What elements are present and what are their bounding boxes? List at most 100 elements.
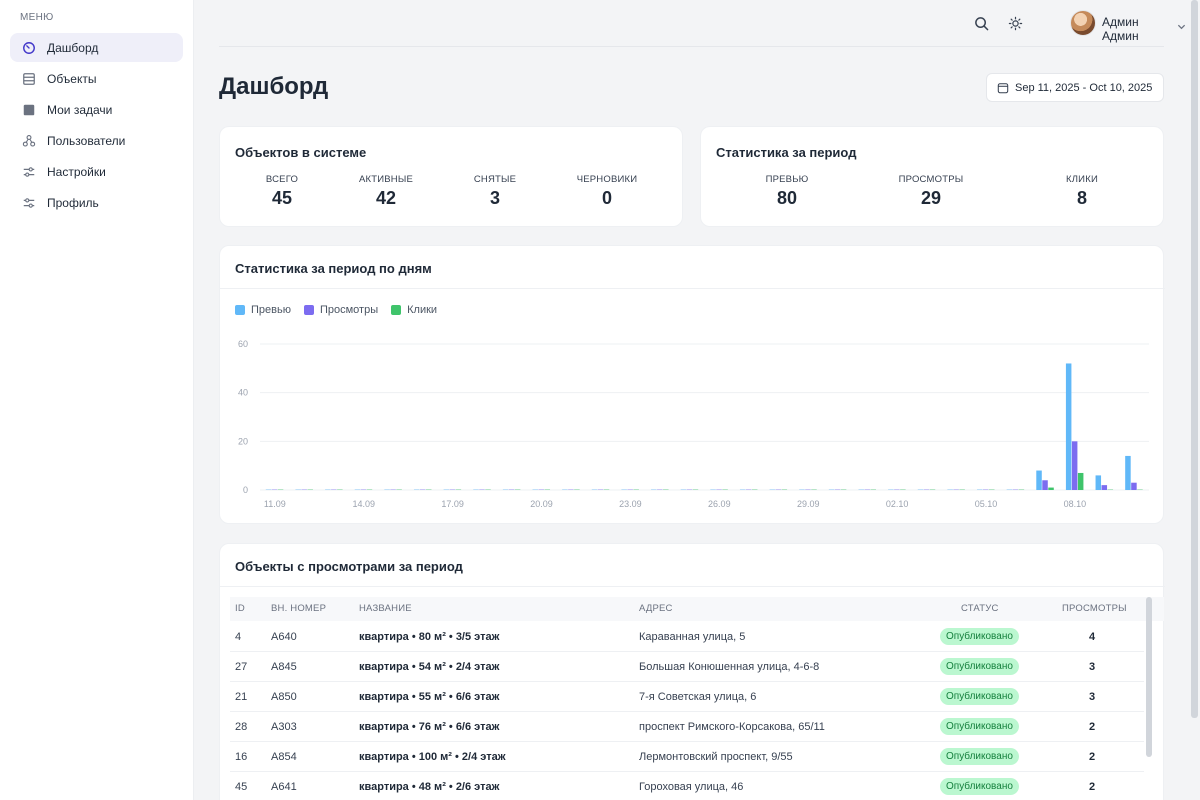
table-row[interactable]: 45 A641 квартира • 48 м² • 2/6 этаж Горохов… [230,772,1144,800]
bar-12.09[interactable] [301,489,307,490]
bar-10.10[interactable] [1137,489,1143,490]
bar-10.10[interactable] [1131,482,1137,490]
legend-item-views[interactable]: Просмотры [303,304,378,316]
table-row[interactable]: 28 A303 квартира • 76 м² • 6/6 этаж проспек… [230,712,1144,742]
bar-28.09[interactable] [781,489,788,490]
bar-23.09[interactable] [627,489,633,490]
bar-19.09[interactable] [508,489,515,490]
bar-25.09[interactable] [692,489,699,490]
bar-08.10[interactable] [1071,441,1078,490]
bar-14.09[interactable] [366,489,373,490]
bar-20.09[interactable] [538,489,545,490]
bar-27.09[interactable] [739,489,746,490]
bar-04.10[interactable] [953,489,959,490]
bar-13.09[interactable] [337,489,343,490]
table-row[interactable]: 27 A845 квартира • 54 м² • 2/4 этаж Большая… [230,652,1144,682]
bar-16.09[interactable] [425,489,432,490]
legend-item-clicks[interactable]: Клики [391,304,437,316]
bar-02.10[interactable] [900,489,906,490]
bar-10.10[interactable] [1125,455,1131,490]
bar-13.09[interactable] [331,489,337,490]
bar-11.09[interactable] [271,489,278,490]
bar-29.09[interactable] [805,489,811,490]
bar-30.09[interactable] [828,489,835,490]
bar-18.09[interactable] [473,489,479,490]
bar-04.10[interactable] [947,489,953,490]
bar-09.10[interactable] [1101,485,1108,490]
bar-20.09[interactable] [532,489,539,490]
bar-07.10[interactable] [1048,487,1054,490]
bar-07.10[interactable] [1042,480,1048,490]
theme-toggle-icon[interactable] [1006,14,1024,32]
bar-08.10[interactable] [1077,472,1084,490]
bar-29.09[interactable] [799,489,805,490]
bar-21.09[interactable] [574,489,580,490]
table-row[interactable]: 16 A854 квартира • 100 м² • 2/4 этаж Лермон… [230,742,1144,772]
bar-24.09[interactable] [651,489,657,490]
bar-27.09[interactable] [751,489,758,490]
bar-09.10[interactable] [1107,489,1114,490]
bar-12.09[interactable] [307,489,313,490]
bar-08.10[interactable] [1065,363,1072,490]
bar-30.09[interactable] [834,489,841,490]
table-scrollbar[interactable] [1146,597,1152,757]
legend-item-previews[interactable]: Превью [235,304,291,316]
bar-16.09[interactable] [413,489,420,490]
bar-01.10[interactable] [870,489,876,490]
sidebar-item-objects[interactable]: Объекты [10,64,183,93]
column-header-status[interactable]: СТАТУС [961,603,999,614]
bar-16.09[interactable] [419,489,426,490]
table-row[interactable]: 4 A640 квартира • 80 м² • 3/5 этаж Караванн… [230,622,1144,652]
bar-29.09[interactable] [811,489,817,490]
bar-09.10[interactable] [1095,475,1102,490]
page-scrollbar[interactable] [1191,0,1198,718]
bar-12.09[interactable] [295,489,301,490]
bar-27.09[interactable] [745,489,752,490]
bar-06.10[interactable] [1006,489,1013,490]
bar-21.09[interactable] [562,489,568,490]
bar-15.09[interactable] [384,489,390,490]
bar-25.09[interactable] [686,489,693,490]
sidebar-item-users[interactable]: Пользователи [10,126,183,155]
bar-11.09[interactable] [265,489,272,490]
column-header-name[interactable]: НАЗВАНИЕ [359,603,412,614]
bar-05.10[interactable] [983,489,989,490]
bar-03.10[interactable] [929,489,936,490]
bar-01.10[interactable] [864,489,870,490]
bar-15.09[interactable] [396,489,402,490]
bar-22.09[interactable] [591,489,598,490]
sidebar-item-dashboard[interactable]: Дашборд [10,33,183,62]
table-row[interactable]: 21 A850 квартира • 55 м² • 6/6 этаж 7-я Сов… [230,682,1144,712]
bar-26.09[interactable] [722,489,728,490]
chevron-down-icon[interactable] [1177,18,1186,36]
bar-18.09[interactable] [479,489,485,490]
bar-19.09[interactable] [514,489,521,490]
sidebar-item-profile[interactable]: Профиль [10,188,183,217]
bar-03.10[interactable] [923,489,930,490]
bar-01.10[interactable] [858,489,864,490]
bar-23.09[interactable] [621,489,627,490]
bar-22.09[interactable] [597,489,604,490]
bar-03.10[interactable] [917,489,924,490]
bar-30.09[interactable] [840,489,847,490]
bar-06.10[interactable] [1012,489,1019,490]
bar-11.09[interactable] [277,489,284,490]
column-header-number[interactable]: ВН. НОМЕР [271,603,326,614]
search-icon[interactable] [972,14,990,32]
column-header-address[interactable]: АДРЕС [639,603,673,614]
bar-14.09[interactable] [360,489,367,490]
bar-28.09[interactable] [775,489,782,490]
column-header-views[interactable]: ПРОСМОТРЫ [1062,603,1127,614]
date-range-button[interactable]: Sep 11, 2025 - Oct 10, 2025 [986,73,1164,102]
bar-06.10[interactable] [1018,489,1025,490]
bar-24.09[interactable] [657,489,663,490]
bar-24.09[interactable] [663,489,669,490]
bar-02.10[interactable] [888,489,894,490]
bar-21.09[interactable] [568,489,574,490]
bar-15.09[interactable] [390,489,396,490]
bar-07.10[interactable] [1036,470,1042,490]
avatar[interactable] [1070,10,1096,36]
bar-17.09[interactable] [443,489,450,490]
bar-13.09[interactable] [325,489,331,490]
bar-23.09[interactable] [633,489,639,490]
